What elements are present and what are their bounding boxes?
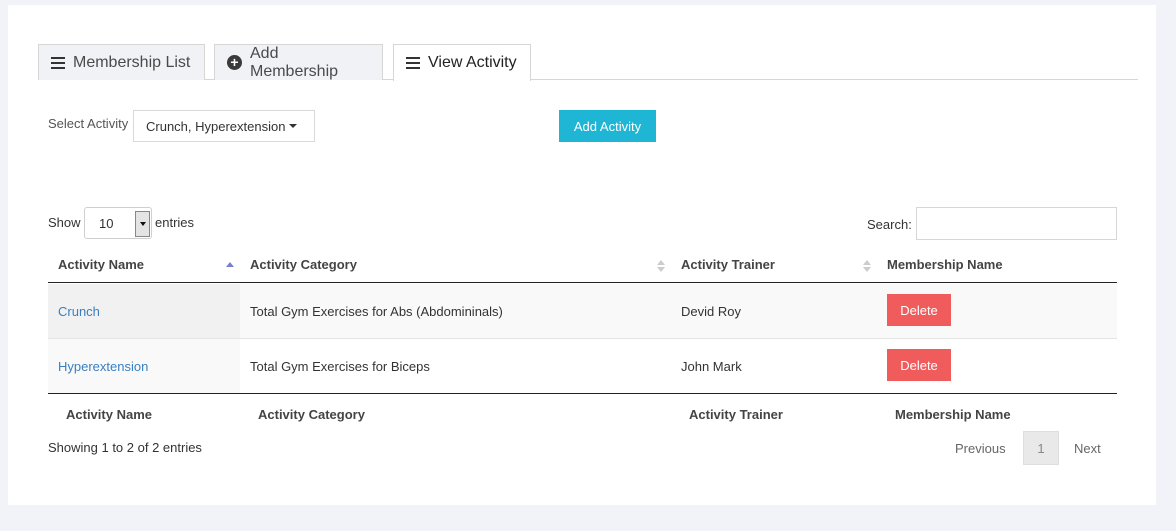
list-icon [406,57,420,69]
plus-circle-icon: + [227,55,242,70]
delete-button[interactable]: Delete [887,294,951,326]
tab-bar: Membership List + Add Membership View Ac… [38,44,1138,81]
footer-activity-name: Activity Name [66,406,152,422]
row-action: Delete [887,339,951,393]
activity-name-link[interactable]: Hyperextension [58,339,148,393]
entries-label: entries [155,215,195,230]
footer-membership-name: Membership Name [895,406,1011,422]
list-icon [51,56,65,69]
activity-category: Total Gym Exercises for Biceps [250,358,430,374]
activity-name[interactable]: Crunch [58,304,100,319]
search-label: Search: [867,217,912,232]
chevron-down-icon [135,211,150,237]
column-header-membership-name: Membership Name [887,257,1003,272]
add-activity-button[interactable]: Add Activity [559,110,656,142]
tab-membership-list[interactable]: Membership List [38,44,205,80]
column-header-activity-trainer[interactable]: Activity Trainer [681,247,775,282]
tab-label: View Activity [428,54,517,71]
activity-dropdown-value: Crunch, Hyperextension [146,118,286,134]
pagination-page-1[interactable]: 1 [1023,431,1059,465]
table-info: Showing 1 to 2 of 2 entries [48,440,202,455]
tab-add-membership[interactable]: + Add Membership [214,44,383,80]
footer-activity-trainer: Activity Trainer [689,406,783,422]
show-label: Show [48,215,81,230]
entries-per-page-select[interactable]: 10 [84,207,152,239]
activity-name-link[interactable]: Crunch [58,284,100,338]
entries-value: 10 [99,215,114,231]
table-row: Hyperextension Total Gym Exercises for B… [48,339,1117,394]
tab-label: Add Membership [250,44,339,80]
sort-both-icon [657,260,665,272]
content-panel: Membership List + Add Membership View Ac… [8,5,1156,505]
table-header: Activity Name Activity Category Activity… [48,247,1117,283]
column-header-activity-name[interactable]: Activity Name [58,247,144,282]
select-activity-label: Select Activity [48,116,129,131]
delete-button[interactable]: Delete [887,349,951,381]
tab-label: Membership List [73,53,191,71]
sort-asc-icon [226,262,234,267]
activity-category: Total Gym Exercises for Abs (Abdomininal… [250,303,503,319]
sort-both-icon [863,260,871,272]
activity-trainer: John Mark [681,358,742,374]
search-input[interactable] [916,207,1117,240]
pagination-previous[interactable]: Previous [955,441,1006,456]
pagination-next[interactable]: Next [1074,441,1101,456]
table-row: Crunch Total Gym Exercises for Abs (Abdo… [48,284,1117,339]
activity-name[interactable]: Hyperextension [58,359,148,374]
caret-down-icon [289,124,298,128]
tab-view-activity[interactable]: View Activity [393,44,531,81]
row-action: Delete [887,284,951,338]
footer-activity-category: Activity Category [258,406,365,422]
activity-trainer: Devid Roy [681,303,741,319]
table-footer: Activity Name Activity Category Activity… [48,395,1117,433]
column-header-activity-category[interactable]: Activity Category [250,247,357,282]
activity-dropdown[interactable]: Crunch, Hyperextension [133,110,315,142]
